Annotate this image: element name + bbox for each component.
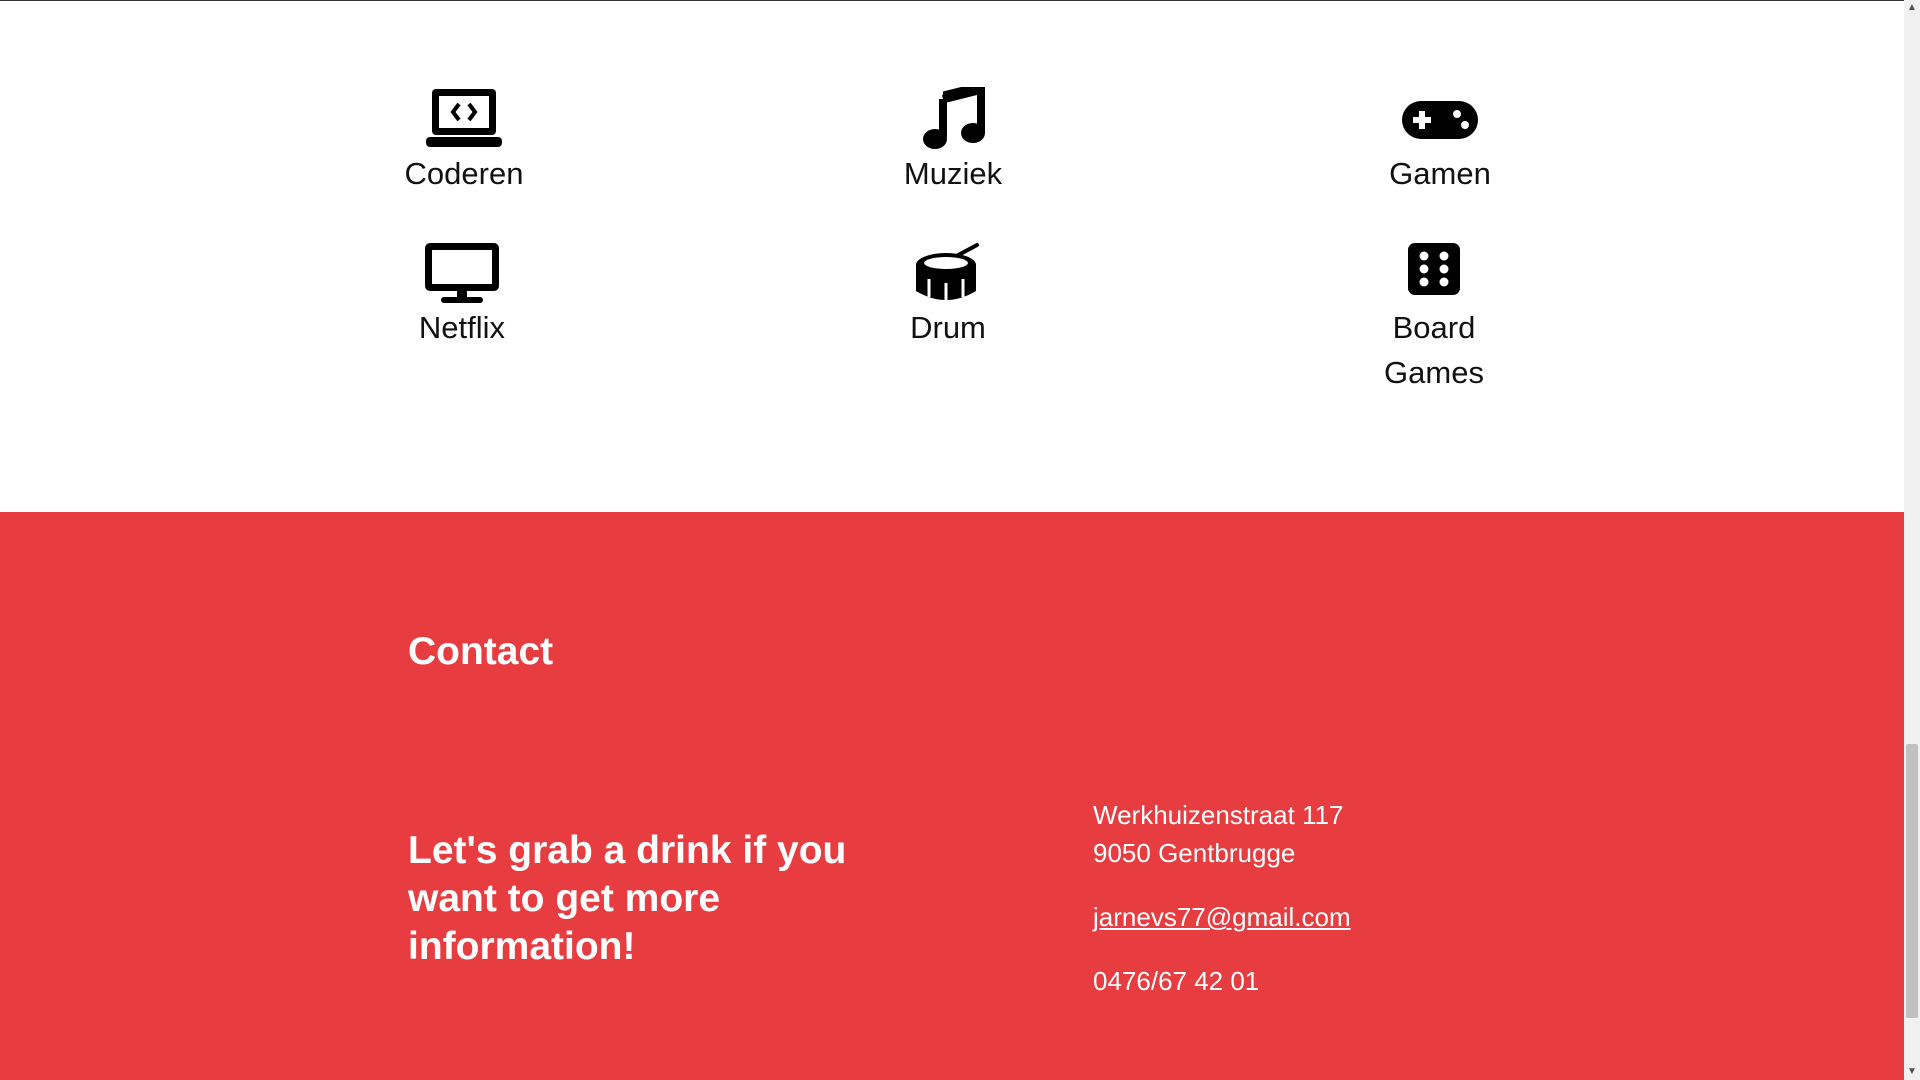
hobby-label: Netflix (418, 310, 506, 345)
dice-icon (1304, 241, 1564, 305)
hobby-drum: Drum (818, 241, 1078, 350)
hobbies-section: Coderen Muziek Gamen Netflix Drum Board … (0, 1, 1904, 512)
contact-heading: Contact (408, 630, 554, 673)
hobby-muziek: Muziek (823, 87, 1083, 196)
hobby-gamen: Gamen (1310, 87, 1570, 196)
hobby-coderen: Coderen (334, 87, 594, 196)
address-line-2: 9050 Gentbrugge (1093, 838, 1296, 868)
hobby-netflix: Netflix (332, 241, 592, 350)
contact-tagline: Let's grab a drink if you want to get mo… (408, 829, 847, 968)
scroll-up-arrow-icon[interactable]: ▲ (1904, 0, 1920, 16)
email-link[interactable]: jarnevs77@gmail.com (1093, 898, 1351, 936)
vertical-scrollbar[interactable]: ▲ ▼ (1904, 0, 1920, 1080)
address-line-1: Werkhuizenstraat 117 (1093, 800, 1344, 830)
hobby-label: Coderen (404, 156, 524, 191)
hobby-board-games: Board Games (1304, 241, 1564, 395)
tv-monitor-icon (332, 241, 592, 305)
scroll-down-arrow-icon[interactable]: ▼ (1904, 1064, 1920, 1080)
hobby-label: Gamen (1389, 156, 1491, 191)
phone-number: 0476/67 42 01 (1093, 966, 1260, 996)
contact-section: Contact Let's grab a drink if you want t… (0, 512, 1904, 1080)
hobby-label: Board Games (1384, 310, 1484, 390)
hobby-label: Drum (910, 310, 986, 345)
laptop-code-icon (334, 87, 594, 151)
hobby-label: Muziek (903, 156, 1003, 191)
gamepad-icon (1310, 87, 1570, 151)
contact-info: Werkhuizenstraat 117 9050 Gentbrugge jar… (1093, 796, 1351, 1000)
page: Coderen Muziek Gamen Netflix Drum Board … (0, 0, 1904, 1080)
scrollbar-thumb[interactable] (1906, 744, 1918, 1018)
music-note-icon (823, 87, 1083, 151)
drum-icon (818, 241, 1078, 305)
